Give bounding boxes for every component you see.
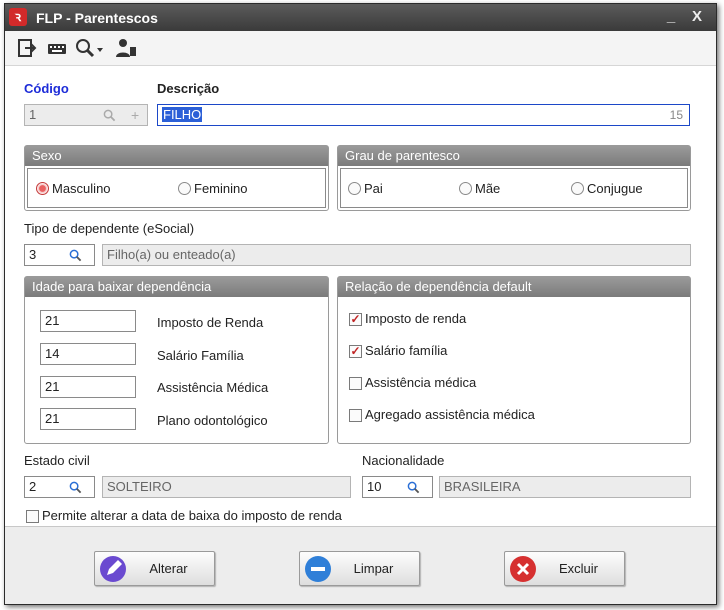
idade-title: Idade para baixar dependência bbox=[25, 277, 328, 297]
radio-conjugue[interactable] bbox=[571, 182, 584, 195]
toolbar bbox=[5, 31, 716, 66]
codigo-value: 1 bbox=[29, 107, 37, 122]
mae-label: Mãe bbox=[475, 181, 501, 196]
pai-label: Pai bbox=[364, 181, 383, 196]
close-button[interactable]: X bbox=[687, 7, 707, 27]
checkbox-agregado-assistencia[interactable] bbox=[349, 409, 362, 422]
radio-mae[interactable] bbox=[459, 182, 472, 195]
nacionalidade-description: BRASILEIRA bbox=[439, 476, 691, 498]
exit-icon[interactable] bbox=[17, 38, 37, 58]
idade-imposto-renda-input[interactable]: 21 bbox=[40, 310, 136, 332]
sexo-title: Sexo bbox=[25, 146, 328, 166]
idade-assistencia-medica-input[interactable]: 21 bbox=[40, 376, 136, 398]
tipo-dependente-description: Filho(a) ou enteado(a) bbox=[102, 244, 691, 266]
alterar-button[interactable]: Alterar bbox=[94, 551, 215, 586]
excluir-label: Excluir bbox=[558, 561, 598, 576]
alterar-label: Alterar bbox=[149, 561, 188, 576]
action-bar: Alterar Limpar Excluir bbox=[5, 526, 716, 604]
search-icon[interactable] bbox=[103, 109, 116, 122]
estado-civil-description: SOLTEIRO bbox=[102, 476, 351, 498]
app-logo-icon: ꝛ bbox=[9, 8, 27, 26]
form-body: Código Descrição 1 + FILHO 15 Sexo Mascu… bbox=[5, 66, 716, 526]
nacionalidade-label: Nacionalidade bbox=[362, 453, 445, 468]
minimize-button[interactable]: _ bbox=[661, 7, 681, 27]
radio-masculino[interactable] bbox=[36, 182, 49, 195]
descricao-label: Descrição bbox=[157, 81, 220, 96]
idade-imposto-renda-label: Imposto de Renda bbox=[157, 315, 264, 330]
window-title: FLP - Parentescos bbox=[36, 10, 158, 26]
add-icon[interactable]: + bbox=[131, 105, 139, 125]
idade-assistencia-medica-label: Assistência Médica bbox=[157, 380, 269, 395]
estado-civil-code[interactable]: 2 bbox=[24, 476, 95, 498]
descricao-value: FILHO bbox=[162, 107, 203, 122]
checkbox-assistencia-medica[interactable] bbox=[349, 377, 362, 390]
idade-salario-familia-label: Salário Família bbox=[157, 348, 244, 363]
title-bar[interactable]: ꝛ FLP - Parentescos _ X bbox=[5, 4, 716, 31]
tipo-dependente-code[interactable]: 3 bbox=[24, 244, 95, 266]
limpar-label: Limpar bbox=[353, 561, 394, 576]
codigo-field[interactable]: 1 + bbox=[24, 104, 148, 126]
idade-plano-odontologico-input[interactable]: 21 bbox=[40, 408, 136, 430]
keyboard-icon[interactable] bbox=[47, 38, 67, 58]
user-icon[interactable] bbox=[115, 38, 137, 58]
relacao-dependencia-group: Relação de dependência default ✓ Imposto… bbox=[337, 276, 691, 444]
idade-plano-odontologico-label: Plano odontológico bbox=[157, 413, 268, 428]
codigo-label: Código bbox=[24, 81, 69, 96]
relacao-title: Relação de dependência default bbox=[338, 277, 690, 297]
radio-feminino[interactable] bbox=[178, 182, 191, 195]
search-icon[interactable] bbox=[69, 249, 82, 262]
search-icon[interactable] bbox=[407, 481, 420, 494]
relacao-assistencia-medica-label: Assistência médica bbox=[365, 375, 477, 390]
nacionalidade-code[interactable]: 10 bbox=[362, 476, 433, 498]
search-dropdown-icon[interactable] bbox=[75, 38, 105, 58]
masculino-label: Masculino bbox=[52, 181, 111, 196]
excluir-button[interactable]: Excluir bbox=[504, 551, 625, 586]
idade-salario-familia-input[interactable]: 14 bbox=[40, 343, 136, 365]
grau-parentesco-group: Grau de parentesco Pai Mãe Conjugue bbox=[337, 145, 691, 211]
search-icon[interactable] bbox=[69, 481, 82, 494]
char-counter: 15 bbox=[669, 108, 683, 122]
limpar-button[interactable]: Limpar bbox=[299, 551, 420, 586]
checkbox-permite-alterar[interactable] bbox=[26, 510, 39, 523]
estado-civil-label: Estado civil bbox=[24, 453, 90, 468]
descricao-field[interactable]: FILHO 15 bbox=[157, 104, 690, 126]
conjugue-label: Conjugue bbox=[587, 181, 643, 196]
grau-title: Grau de parentesco bbox=[338, 146, 690, 166]
checkbox-salario-familia[interactable]: ✓ bbox=[349, 345, 362, 358]
feminino-label: Feminino bbox=[194, 181, 248, 196]
parentescos-window: ꝛ FLP - Parentescos _ X Código Descrição bbox=[4, 3, 717, 605]
relacao-salario-familia-label: Salário família bbox=[365, 343, 448, 358]
checkbox-imposto-renda[interactable]: ✓ bbox=[349, 313, 362, 326]
radio-pai[interactable] bbox=[348, 182, 361, 195]
tipo-dependente-label: Tipo de dependente (eSocial) bbox=[24, 221, 195, 236]
relacao-agregado-label: Agregado assistência médica bbox=[365, 407, 535, 422]
sexo-group: Sexo Masculino Feminino bbox=[24, 145, 329, 211]
relacao-imposto-renda-label: Imposto de renda bbox=[365, 311, 467, 326]
permite-alterar-label: Permite alterar a data de baixa do impos… bbox=[42, 508, 342, 523]
idade-baixar-group: Idade para baixar dependência 21 Imposto… bbox=[24, 276, 329, 444]
